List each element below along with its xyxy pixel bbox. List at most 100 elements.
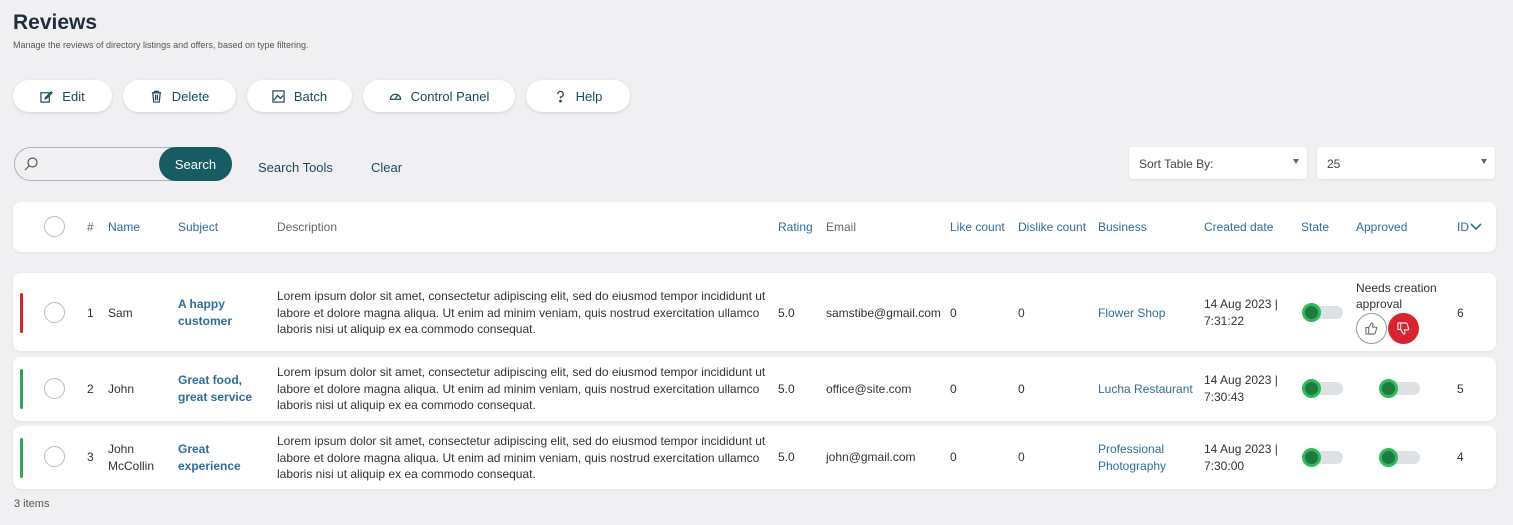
toggle-knob [1302,448,1321,467]
select-all-checkbox[interactable] [44,216,65,237]
col-name[interactable]: Name [108,202,140,252]
row-id: 6 [1457,306,1464,320]
thumbs-up-icon [1365,322,1378,335]
row-description: Lorem ipsum dolor sit amet, consectetur … [277,365,766,412]
row-name: John [108,382,135,396]
batch-label: Batch [293,88,328,104]
row-rating: 5.0 [778,306,795,320]
row-id: 5 [1457,382,1464,396]
row-subject[interactable]: Great experience [178,441,253,474]
row-dislike-count: 0 [1018,382,1025,396]
toggle-knob [1302,379,1321,398]
page-title: Reviews [13,11,98,34]
col-description: Description [277,219,338,234]
row-number: 1 [87,306,94,320]
row-created-date: 14 Aug 2023 | 7:30:00 [1204,442,1278,473]
approved-toggle[interactable] [1379,379,1420,398]
question-icon [556,90,564,103]
col-id-label: ID [1457,219,1469,234]
row-like-count: 0 [950,306,957,320]
row-like-count: 0 [950,382,957,396]
col-rating[interactable]: Rating [778,202,813,252]
row-checkbox[interactable] [44,378,65,399]
col-state[interactable]: State [1301,202,1329,252]
control-panel-label: Control Panel [410,88,490,104]
col-dislike-count[interactable]: Dislike count [1018,202,1086,252]
row-created-date: 14 Aug 2023 | 7:31:22 [1204,297,1278,328]
row-business[interactable]: Lucha Restaurant [1098,381,1193,398]
status-indicator [20,293,23,333]
col-business[interactable]: Business [1098,202,1147,252]
state-toggle[interactable] [1302,379,1343,398]
row-like-count: 0 [950,450,957,464]
row-email: john@gmail.com [826,450,916,464]
row-id: 4 [1457,450,1464,464]
sort-select[interactable]: Sort Table By: [1129,147,1307,179]
table-row: 3 John McCollin Great experience Lorem i… [13,426,1496,489]
search-box: Search [14,147,232,181]
item-count: 3 items [14,498,50,510]
state-toggle[interactable] [1302,448,1343,467]
col-subject[interactable]: Subject [178,202,218,252]
sort-select-label: Sort Table By: [1139,157,1214,171]
thumbs-down-icon [1397,322,1410,335]
toggle-knob [1379,379,1398,398]
limit-select-value: 25 [1327,157,1341,171]
row-rating: 5.0 [778,382,795,396]
row-checkbox[interactable] [44,302,65,323]
edit-button[interactable]: Edit [13,80,112,112]
col-id[interactable]: ID [1457,202,1482,252]
delete-button[interactable]: Delete [123,80,236,112]
approved-toggle[interactable] [1379,448,1420,467]
help-label: Help [575,88,603,104]
col-email: Email [826,219,857,234]
approve-button[interactable] [1356,313,1387,344]
clear-link[interactable]: Clear [371,160,402,175]
sort-desc-icon [1470,223,1482,231]
search-input[interactable] [45,154,165,174]
row-subject[interactable]: A happy customer [178,296,253,329]
caret-down-icon [1481,159,1487,164]
help-button[interactable]: Help [526,80,630,112]
delete-label: Delete [171,88,210,104]
row-number: 3 [87,450,94,464]
search-tools-link[interactable]: Search Tools [258,160,333,175]
page-subtitle: Manage the reviews of directory listings… [13,40,309,50]
row-number: 2 [87,382,94,396]
trash-icon [151,90,161,103]
row-subject[interactable]: Great food, great service [178,372,253,405]
row-email: samstibe@gmail.com [826,306,941,320]
row-dislike-count: 0 [1018,306,1025,320]
caret-down-icon [1293,159,1299,164]
row-dislike-count: 0 [1018,450,1025,464]
batch-button[interactable]: Batch [247,80,352,112]
toggle-knob [1379,448,1398,467]
row-created-date: 14 Aug 2023 | 7:30:43 [1204,373,1278,404]
row-description: Lorem ipsum dolor sit amet, consectetur … [277,289,766,336]
row-business[interactable]: Flower Shop [1098,305,1165,322]
row-description: Lorem ipsum dolor sit amet, consectetur … [277,434,766,481]
search-button[interactable]: Search [159,147,232,181]
edit-icon [40,90,54,103]
col-like-count[interactable]: Like count [950,202,1005,252]
search-icon [24,157,38,171]
edit-label: Edit [62,88,85,104]
state-toggle[interactable] [1302,303,1343,322]
toggle-knob [1302,303,1321,322]
gauge-icon [389,93,401,100]
table-header: # Name Subject Description Rating Email … [13,202,1496,252]
table-row: 2 John Great food, great service Lorem i… [13,357,1496,421]
col-created-date[interactable]: Created date [1204,202,1273,252]
status-indicator [20,369,23,409]
row-name: John McCollin [108,442,155,473]
col-num: # [87,219,94,234]
status-indicator [20,438,23,478]
row-checkbox[interactable] [44,446,65,467]
control-panel-button[interactable]: Control Panel [363,80,515,112]
row-email: office@site.com [826,382,912,396]
row-business[interactable]: Professional Photography [1098,441,1193,474]
limit-select[interactable]: 25 [1317,147,1495,179]
row-rating: 5.0 [778,450,795,464]
col-approved[interactable]: Approved [1356,202,1407,252]
reject-button[interactable] [1388,313,1419,344]
